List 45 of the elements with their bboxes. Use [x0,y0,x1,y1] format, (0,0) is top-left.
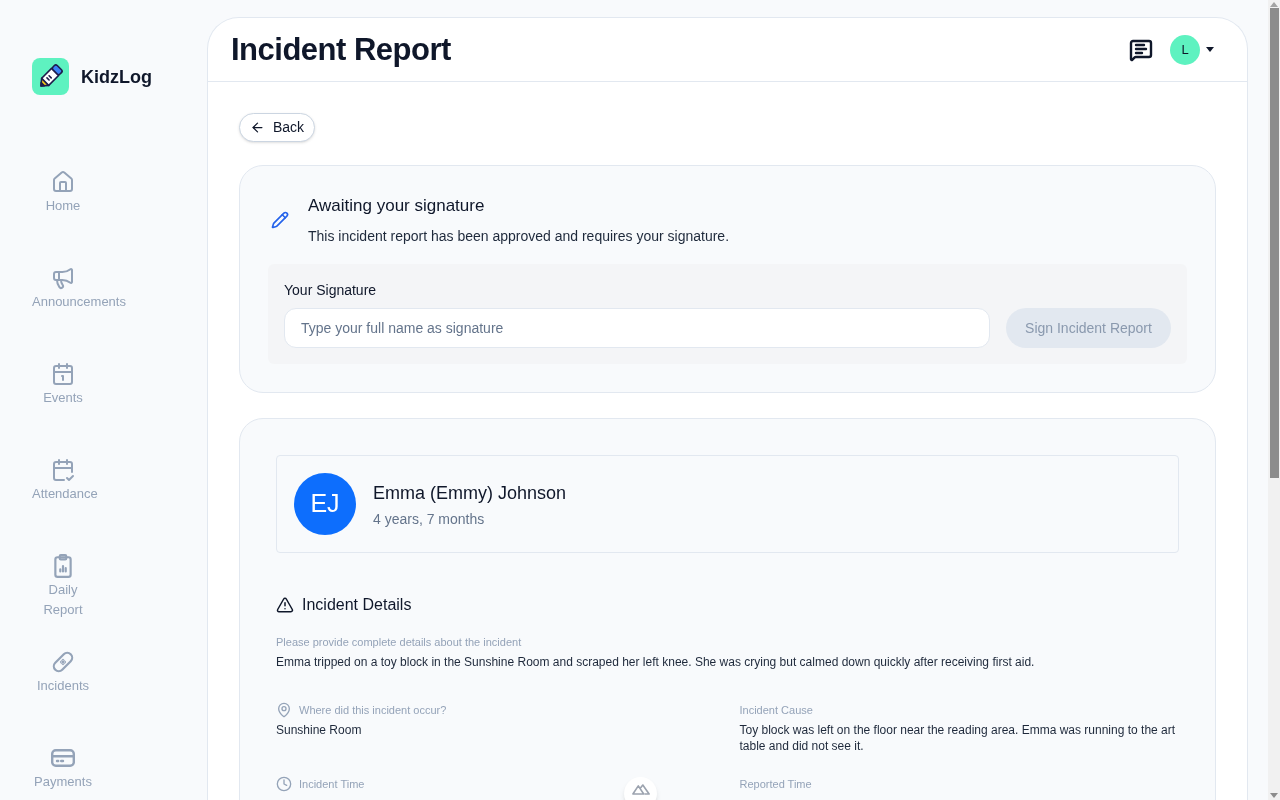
child-name: Emma (Emmy) Johnson [373,481,567,505]
nav-item[interactable]: Home [32,170,94,216]
signature-title: Awaiting your signature [308,195,486,217]
card-icon [51,746,75,770]
scrollbar-thumb[interactable] [1269,8,1279,478]
clock-icon [276,776,292,792]
field-value: Toy block was left on the floor near the reading area. Emma was running to the art table and did not see it. [739,722,1177,754]
nav-item[interactable]: Announcements [32,266,126,312]
nav-item[interactable]: Payments [32,746,94,792]
back-button[interactable]: Back [239,113,316,142]
nav-item[interactable]: Daily Report [32,554,94,620]
location-pin-icon [276,702,292,718]
signature-input[interactable]: Type your full name as signature [284,308,990,348]
user-avatar[interactable]: L [1170,34,1200,65]
scrollbar[interactable] [1268,0,1280,800]
child-avatar: EJ [294,473,356,535]
mountain-icon [631,784,650,795]
field-label: Incident Cause [739,703,813,718]
chat-icon[interactable] [1129,37,1153,62]
bandage-icon [51,650,75,674]
logo-icon [32,58,69,95]
field-label: Incident Time [299,777,365,792]
section-title: Incident Details [302,595,412,615]
nav-item[interactable]: Incidents [32,650,94,696]
nav-item[interactable]: Events [32,362,94,408]
caret-icon[interactable] [1206,47,1214,52]
scroll-down-icon[interactable] [1270,793,1278,798]
megaphone-icon [51,266,75,290]
pencil-icon [271,211,289,229]
field-label: Reported Time [739,777,812,792]
signature-message: This incident report has been approved and requires your signature. [308,227,730,246]
description-text: Emma tripped on a toy block in the Sunshine Room and scraped her left knee. She was crying but calmed down quickly after receiving first aid. [276,654,1036,671]
page-title: Incident Report [231,30,451,69]
field-label: Where did this incident occur? [299,703,447,718]
calendar-check-icon [51,458,75,482]
signature-label: Your Signature [284,281,378,300]
field-value: Sunshine Room [276,722,363,738]
brand-name: KidzLog [81,65,152,89]
warning-icon [276,596,294,614]
nav-item[interactable]: Attendance [32,458,98,504]
description-label: Please provide complete details about the incident [276,635,523,650]
child-age: 4 years, 7 months [373,509,486,529]
calendar-icon [51,362,75,386]
clipboard-chart-icon [51,554,75,578]
home-icon [51,170,75,194]
